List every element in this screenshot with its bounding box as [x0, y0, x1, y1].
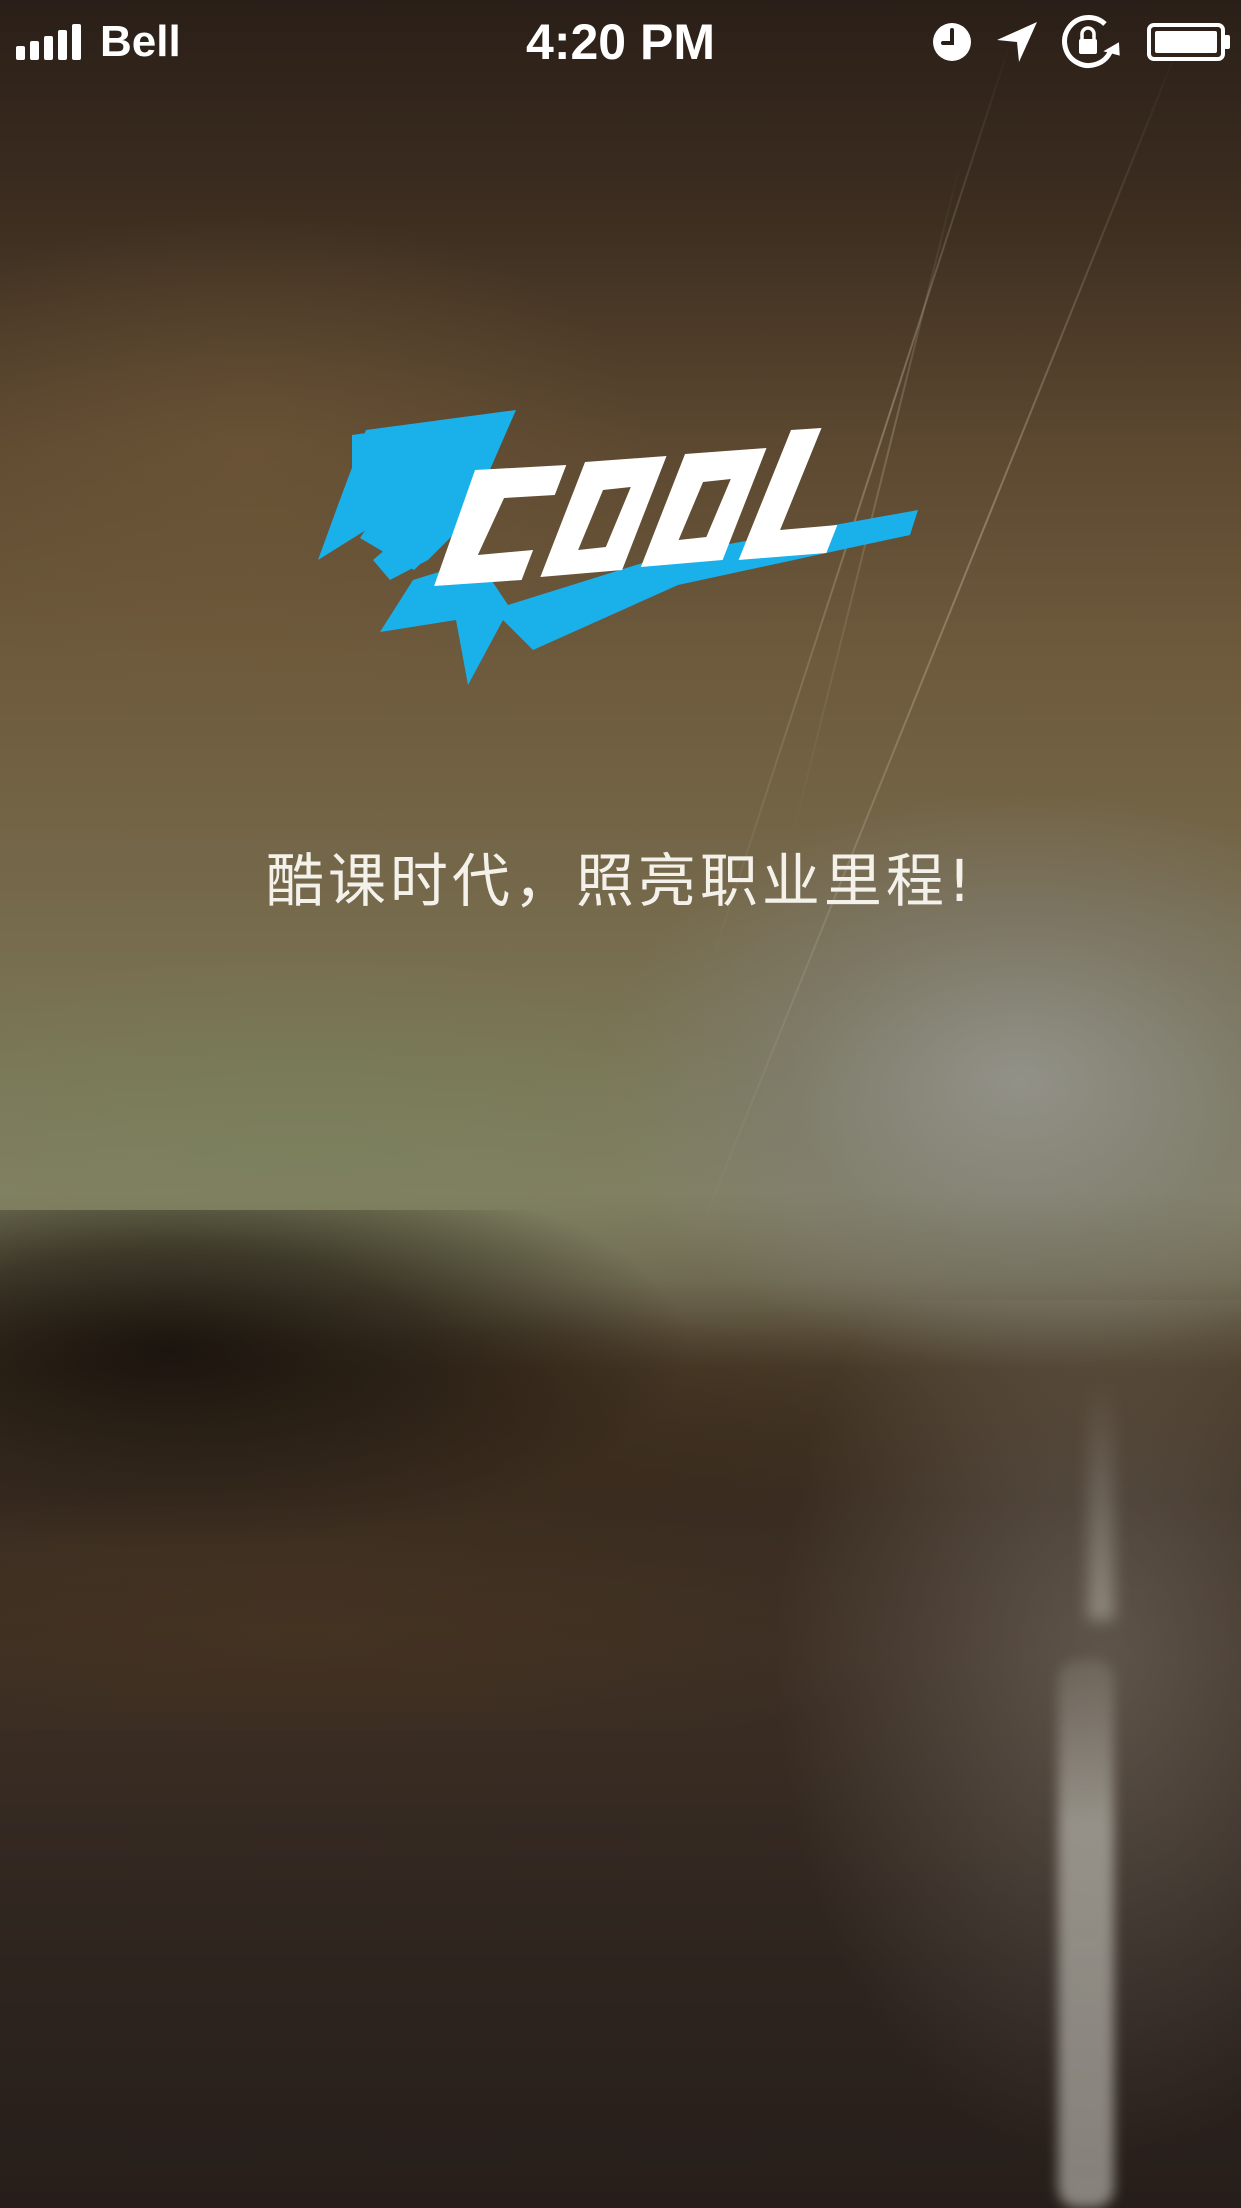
- background-road: [0, 1300, 1241, 2208]
- location-arrow-icon: [995, 20, 1039, 64]
- status-bar: Bell 4:20 PM: [0, 0, 1241, 80]
- alarm-clock-icon: [931, 21, 973, 63]
- rotation-lock-icon: [1061, 14, 1125, 70]
- battery-icon: [1147, 22, 1231, 62]
- road-center-line: [1058, 1660, 1114, 2208]
- road-center-line-far: [1088, 1380, 1114, 1620]
- splash-screen: Bell 4:20 PM 酷课时代，照亮职业里程!: [0, 0, 1241, 2208]
- zcool-logo: [318, 410, 928, 740]
- slogan-text: 酷课时代，照亮职业里程!: [265, 847, 976, 915]
- status-icons: [931, 14, 1231, 70]
